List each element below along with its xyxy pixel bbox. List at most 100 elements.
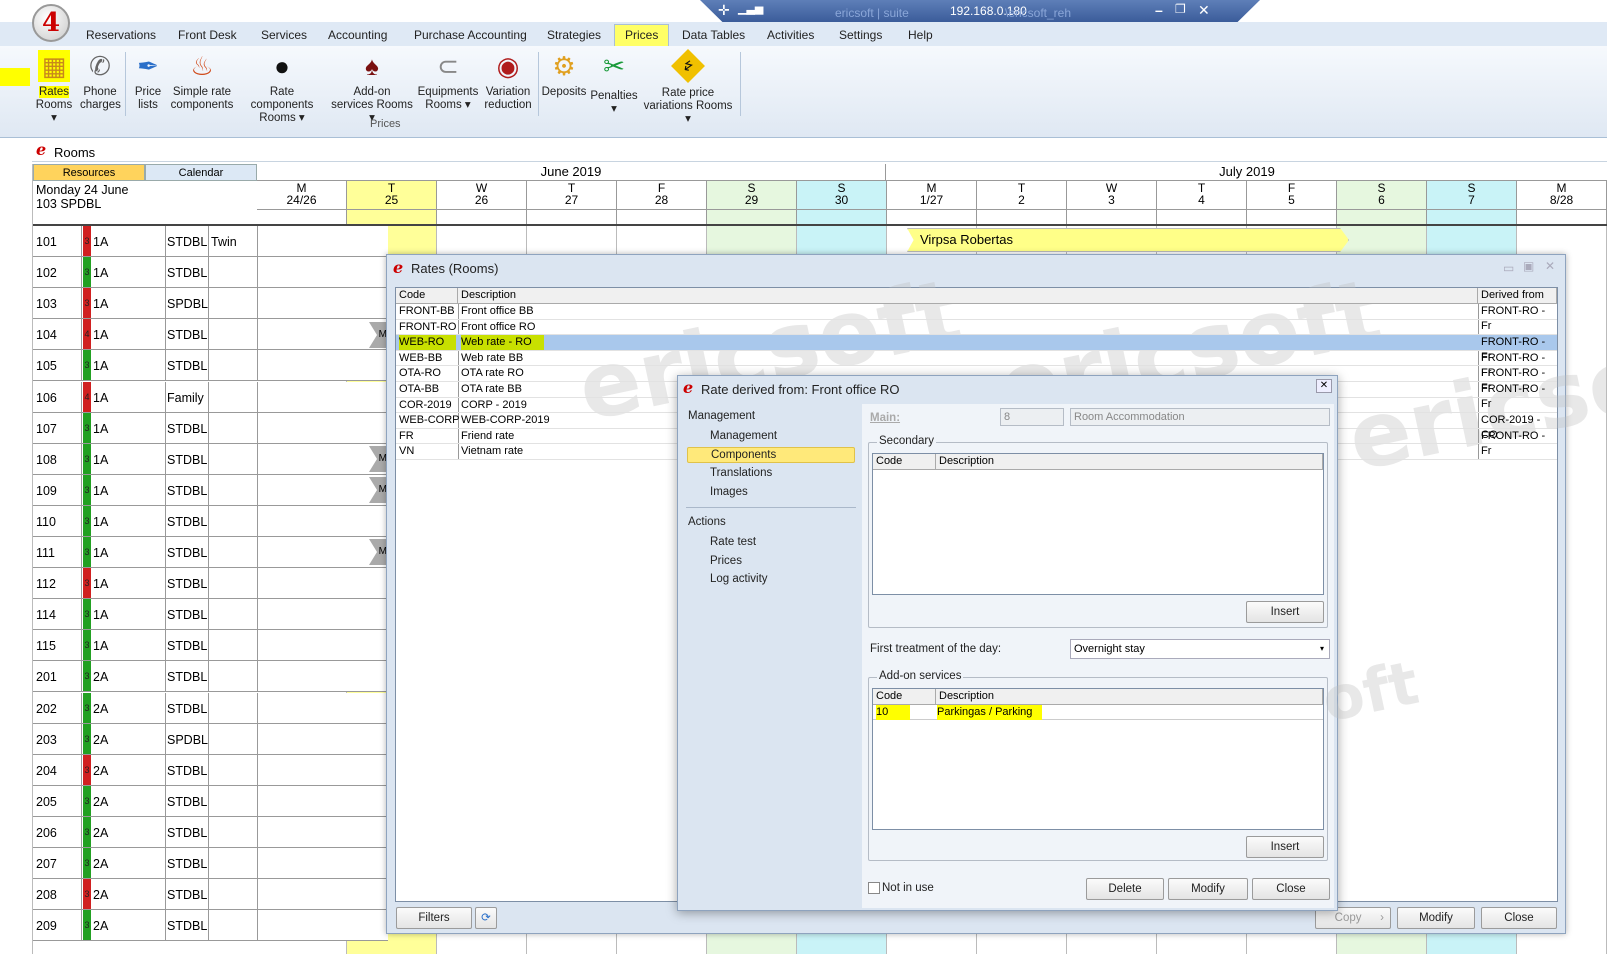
rate-components-rooms-button[interactable]: ● Rate components Rooms ▾	[237, 50, 327, 125]
rates-rooms-button[interactable]: ▦ Rates Rooms ▾	[32, 50, 76, 125]
nav-item-prices[interactable]: Prices	[710, 555, 742, 567]
phone-charges-button[interactable]: ✆ Phone charges	[80, 50, 121, 112]
menu-prices[interactable]: Prices	[614, 24, 670, 46]
table-row[interactable]: FRONT-BB Front office BB FRONT-RO - Fr	[396, 304, 1557, 332]
price-lists-button[interactable]: ✒ Price lists	[130, 50, 166, 112]
menu-accounting[interactable]: Accounting	[328, 28, 387, 42]
menu-settings[interactable]: Settings	[839, 28, 882, 42]
table-row[interactable]: 206 3 2A STDBL	[33, 816, 388, 848]
modify-button[interactable]: Modify	[1397, 907, 1475, 929]
simple-rate-components-button[interactable]: ♨ Simple rate components	[170, 50, 234, 112]
delete-button[interactable]: Delete	[1086, 878, 1164, 900]
table-row[interactable]: 108 3 1A STDBL	[33, 443, 388, 475]
day-header[interactable]: M 8/28	[1517, 181, 1607, 224]
table-row[interactable]: 112 3 1A STDBL	[33, 568, 388, 600]
table-row[interactable]: 10 Parkingas / Parking	[873, 705, 1323, 720]
table-row[interactable]: 103 3 1A SPDBL	[33, 288, 388, 320]
restore-icon[interactable]: ❐	[1175, 2, 1186, 16]
column-header-code[interactable]: Code	[396, 288, 458, 304]
column-header-description[interactable]: Description	[936, 454, 1323, 470]
close-icon[interactable]: ✕	[1198, 2, 1210, 19]
menu-reservations[interactable]: Reservations	[86, 28, 156, 42]
day-header[interactable]: M 1/27	[887, 181, 977, 224]
close-icon[interactable]: ✕	[1545, 259, 1555, 273]
day-header[interactable]: S6	[1337, 181, 1427, 224]
table-row[interactable]: 203 3 2A SPDBL	[33, 723, 388, 755]
add-on-services-rooms-button[interactable]: ♠ Add-on services Rooms ▾	[330, 50, 414, 125]
day-header[interactable]: M 24/26	[257, 181, 347, 224]
day-header[interactable]: S 30	[797, 181, 887, 224]
addon-insert-button[interactable]: Insert	[1246, 836, 1324, 858]
day-header[interactable]: T 27	[527, 181, 617, 224]
variation-reduction-button[interactable]: ◉ Variation reduction	[480, 50, 536, 112]
column-header-description[interactable]: Description	[458, 288, 1478, 304]
table-row[interactable]: FRONT-RO Front office RO	[396, 320, 1557, 336]
table-row[interactable]: 102 3 1A STDBL	[33, 257, 388, 289]
menu-services[interactable]: Services	[261, 28, 307, 42]
not-in-use-checkbox[interactable]	[868, 882, 880, 894]
day-header[interactable]: S7	[1427, 181, 1517, 224]
menu-activities[interactable]: Activities	[767, 28, 814, 42]
menu-purchase-accounting[interactable]: Purchase Accounting	[414, 28, 527, 42]
refresh-icon[interactable]: ⟳	[475, 907, 497, 929]
nav-item-images[interactable]: Images	[710, 486, 748, 498]
maximize-icon[interactable]: ▣	[1523, 259, 1534, 273]
nav-item-translations[interactable]: Translations	[710, 467, 772, 479]
first-treatment-select[interactable]: Overnight stay ▾	[1070, 639, 1330, 659]
close-button[interactable]: Close	[1481, 907, 1557, 929]
penalties-button[interactable]: ✂ Penalties ▾	[590, 50, 638, 116]
secondary-insert-button[interactable]: Insert	[1246, 601, 1324, 623]
table-row[interactable]: 201 3 2A STDBL	[33, 661, 388, 693]
table-row[interactable]: 202 3 2A STDBL	[33, 692, 388, 724]
filters-button[interactable]: Filters	[396, 907, 472, 929]
table-row[interactable]: 207 3 2A STDBL	[33, 848, 388, 879]
table-row[interactable]: WEB-RO Web rate - RO FRONT-RO - Fr	[396, 335, 1557, 363]
minimize-icon[interactable]: ▭	[1503, 261, 1514, 275]
table-row[interactable]: 109 3 1A STDBL	[33, 474, 388, 506]
table-row[interactable]: 104 4 1A STDBL	[33, 319, 388, 351]
day-header[interactable]: T 25	[347, 181, 437, 224]
menu-data-tables[interactable]: Data Tables	[682, 28, 745, 42]
main-code-field[interactable]: 8	[1000, 408, 1064, 426]
column-header-derived-from[interactable]: Derived from	[1478, 288, 1557, 304]
tab-calendar[interactable]: Calendar	[145, 164, 257, 181]
day-header[interactable]: T2	[977, 181, 1067, 224]
nav-item-log-activity[interactable]: Log activity	[710, 573, 768, 585]
table-row[interactable]: 107 3 1A STDBL	[33, 412, 388, 444]
table-row[interactable]: 205 3 2A STDBL	[33, 785, 388, 817]
move-icon[interactable]: ✛	[718, 2, 730, 19]
rate-price-variations-rooms-button[interactable]: ↯ Rate price variations Rooms ▾	[640, 49, 736, 126]
day-header[interactable]: W 26	[437, 181, 527, 224]
nav-item-components[interactable]: Components	[687, 447, 855, 463]
minimize-icon[interactable]: –	[1155, 2, 1163, 18]
table-row[interactable]: 101 3 1A STDBL Twin	[33, 226, 388, 257]
table-row[interactable]: 105 3 1A STDBL	[33, 350, 388, 382]
table-row[interactable]: 114 3 1A STDBL	[33, 599, 388, 631]
table-row[interactable]: 106 4 1A Family	[33, 381, 388, 413]
table-row[interactable]: 115 3 1A STDBL	[33, 630, 388, 662]
day-header[interactable]: W3	[1067, 181, 1157, 224]
column-header-description[interactable]: Description	[936, 689, 1323, 705]
table-row[interactable]: 111 3 1A STDBL	[33, 537, 388, 568]
table-row[interactable]: 110 3 1A STDBL	[33, 505, 388, 537]
table-row[interactable]: 209 3 2A STDBL	[33, 910, 388, 942]
menu-help[interactable]: Help	[908, 28, 933, 42]
booking-bar[interactable]: Virpsa Robertas	[907, 228, 1349, 252]
modify-button[interactable]: Modify	[1168, 878, 1248, 900]
nav-item-management[interactable]: Management	[710, 430, 777, 442]
menu-front-desk[interactable]: Front Desk	[178, 28, 237, 42]
day-header[interactable]: S 29	[707, 181, 797, 224]
table-row[interactable]: WEB-BB Web rate BB FRONT-RO - Fr	[396, 351, 1557, 379]
day-header[interactable]: F 28	[617, 181, 707, 224]
app-logo[interactable]: 4	[32, 4, 70, 42]
day-header[interactable]: F5	[1247, 181, 1337, 224]
close-icon[interactable]: ✕	[1316, 379, 1332, 393]
close-button[interactable]: Close	[1252, 878, 1330, 900]
day-header[interactable]: T4	[1157, 181, 1247, 224]
table-row[interactable]: 208 3 2A STDBL	[33, 879, 388, 911]
tab-resources[interactable]: Resources	[33, 164, 145, 181]
main-description-field[interactable]: Room Accommodation	[1070, 408, 1330, 426]
column-header-code[interactable]: Code	[873, 454, 936, 470]
nav-item-rate-test[interactable]: Rate test	[710, 536, 756, 548]
table-row[interactable]: 204 3 2A STDBL	[33, 754, 388, 786]
